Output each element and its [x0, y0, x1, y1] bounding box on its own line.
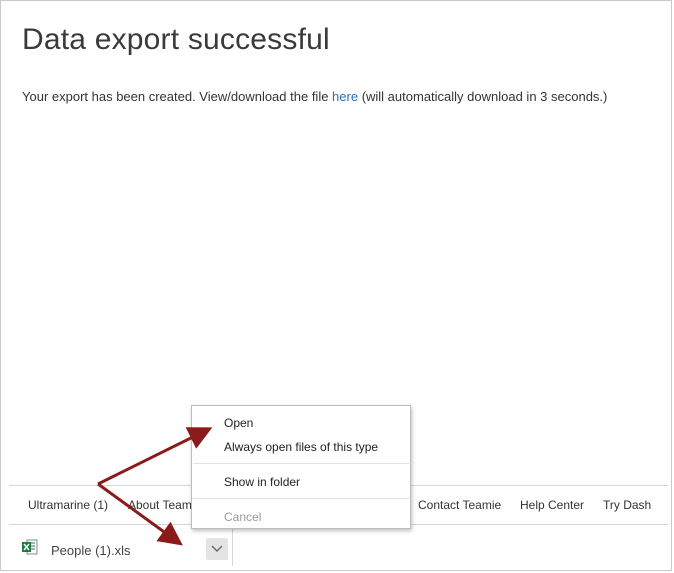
download-options-button[interactable] [206, 538, 228, 560]
browser-content: Data export successful Your export has b… [0, 0, 672, 571]
download-shelf: People (1).xls [9, 526, 668, 571]
footer-link-contact[interactable]: Contact Teamie [418, 498, 501, 512]
menu-separator [193, 498, 409, 499]
download-item[interactable]: People (1).xls [17, 526, 233, 566]
download-file-name: People (1).xls [51, 543, 131, 558]
footer-link-help-center[interactable]: Help Center [520, 498, 584, 512]
menu-separator [193, 463, 409, 464]
export-message: Your export has been created. View/downl… [22, 89, 607, 104]
menu-item-open[interactable]: Open [224, 416, 253, 430]
message-text: Your export has been created. View/downl… [22, 89, 333, 104]
menu-item-cancel: Cancel [224, 510, 262, 524]
excel-file-icon [22, 539, 38, 555]
chevron-down-icon [211, 545, 223, 552]
footer-link-try-dash[interactable]: Try Dash [603, 498, 651, 512]
download-link[interactable]: here [332, 89, 358, 104]
page-title: Data export successful [22, 23, 330, 56]
menu-item-always-open[interactable]: Always open files of this type [224, 440, 378, 454]
footer-link-ultramarine[interactable]: Ultramarine (1) [28, 498, 108, 512]
download-context-menu: Open Always open files of this type Show… [191, 405, 411, 529]
menu-item-show-in-folder[interactable]: Show in folder [224, 475, 300, 489]
message-suffix: (will automatically download in 3 second… [358, 89, 608, 104]
